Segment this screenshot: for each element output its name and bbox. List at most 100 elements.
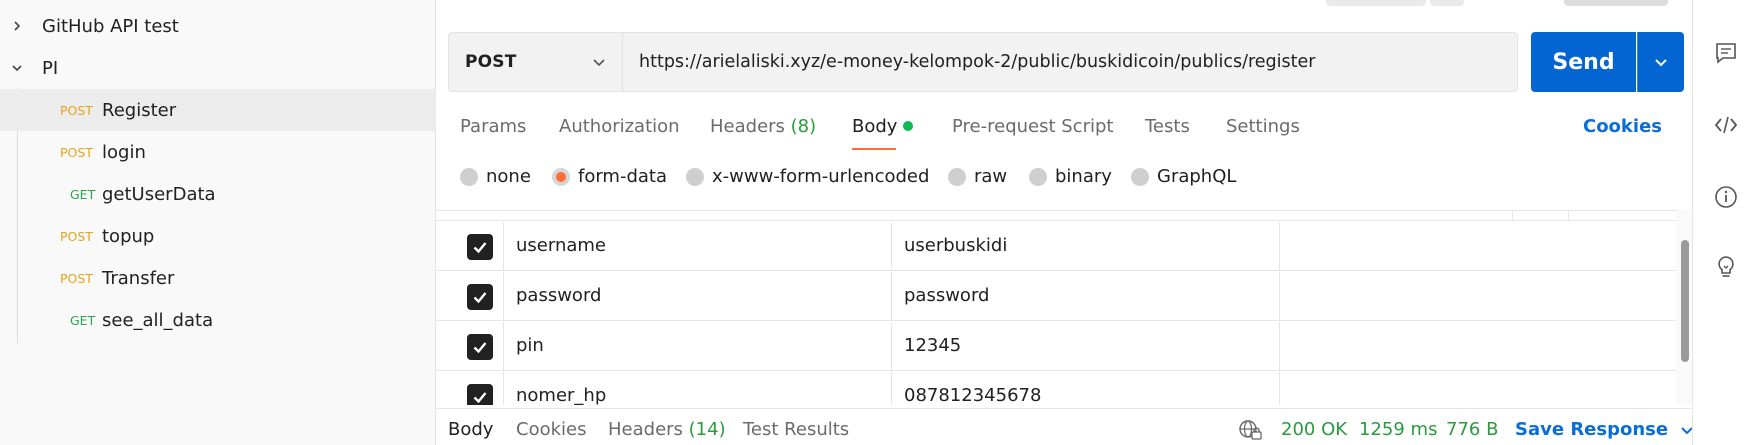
- chevron-down-icon: [1655, 59, 1667, 67]
- response-time[interactable]: 1259 ms: [1359, 419, 1437, 440]
- response-tab-test-results[interactable]: Test Results: [743, 419, 849, 440]
- radio-label: raw: [974, 166, 1008, 187]
- checkbox-checked-icon[interactable]: [467, 334, 493, 360]
- table-header-strip: [436, 211, 1676, 221]
- checkbox-checked-icon[interactable]: [467, 234, 493, 260]
- send-button[interactable]: Send: [1531, 32, 1636, 92]
- request-item-login[interactable]: POST login: [0, 131, 436, 173]
- folder-label: PI: [42, 57, 59, 79]
- request-item-transfer[interactable]: POST Transfer: [0, 257, 436, 299]
- request-item-getuserdata[interactable]: GET getUserData: [0, 173, 436, 215]
- column-divider: [891, 322, 892, 371]
- column-divider: [503, 372, 504, 405]
- column-divider: [1279, 272, 1280, 321]
- column-divider: [503, 272, 504, 321]
- response-bar: Body Cookies Headers (14) Test Results 2…: [436, 408, 1694, 445]
- request-label: getUserData: [102, 183, 216, 205]
- row-key[interactable]: pin: [516, 335, 544, 356]
- column-divider: [891, 222, 892, 271]
- row-value[interactable]: 12345: [904, 335, 961, 356]
- cookies-link[interactable]: Cookies: [1583, 116, 1662, 137]
- tab-settings[interactable]: Settings: [1226, 116, 1300, 137]
- radio-x-www-form-urlencoded[interactable]: x-www-form-urlencoded: [686, 166, 929, 187]
- request-item-topup[interactable]: POST topup: [0, 215, 436, 257]
- radio-circle-icon: [948, 167, 966, 186]
- response-tab-headers[interactable]: Headers (14): [608, 419, 726, 440]
- table-row: nomer_hp 087812345678: [436, 372, 1676, 405]
- response-tab-body[interactable]: Body: [448, 419, 493, 440]
- tab-pre-request-script[interactable]: Pre-request Script: [952, 116, 1113, 137]
- save-response-button[interactable]: Save Response: [1515, 419, 1694, 440]
- request-label: Register: [102, 99, 177, 121]
- url-input[interactable]: https://arielaliski.xyz/e-money-kelompok…: [622, 32, 1518, 92]
- table-row: username userbuskidi: [436, 222, 1676, 271]
- column-divider: [503, 222, 504, 271]
- folder-label: GitHub API test: [42, 15, 179, 37]
- method-badge: GET: [70, 312, 96, 328]
- tab-body[interactable]: Body: [852, 116, 914, 137]
- radio-label: none: [486, 166, 531, 187]
- request-item-see-all-data[interactable]: GET see_all_data: [0, 299, 436, 341]
- column-divider: [1512, 211, 1513, 221]
- request-label: Transfer: [102, 267, 175, 289]
- table-scrollbar-thumb[interactable]: [1681, 240, 1689, 362]
- lightbulb-icon[interactable]: [1713, 254, 1739, 280]
- collections-sidebar: GitHub API test PI POST Register POST lo…: [0, 0, 436, 445]
- tab-body-label: Body: [852, 116, 898, 137]
- radio-form-data[interactable]: form-data: [552, 166, 667, 187]
- column-divider: [891, 272, 892, 321]
- form-data-table: username userbuskidi password password p…: [436, 210, 1676, 405]
- folder-github-api-test[interactable]: GitHub API test: [0, 5, 436, 47]
- comment-icon[interactable]: [1713, 40, 1739, 66]
- row-key[interactable]: nomer_hp: [516, 385, 606, 405]
- radio-circle-icon: [1029, 167, 1047, 186]
- column-divider: [503, 322, 504, 371]
- response-size[interactable]: 776 B: [1446, 419, 1498, 440]
- tab-headers[interactable]: Headers (8): [710, 116, 816, 137]
- checkbox-checked-icon[interactable]: [467, 384, 493, 405]
- tab-tests[interactable]: Tests: [1145, 116, 1190, 137]
- radio-selected-icon: [552, 167, 570, 186]
- tab-authorization[interactable]: Authorization: [559, 116, 680, 137]
- row-key[interactable]: password: [516, 285, 601, 306]
- top-toolbar-fragment[interactable]: [1430, 0, 1464, 6]
- tab-headers-count: (8): [790, 116, 817, 137]
- response-tab-headers-count: (14): [688, 419, 726, 440]
- method-badge: GET: [70, 186, 96, 202]
- request-tabs: Params Authorization Headers (8) Body Pr…: [436, 108, 1692, 152]
- send-options-button[interactable]: [1637, 32, 1684, 92]
- chevron-right-icon[interactable]: [10, 19, 24, 33]
- code-icon[interactable]: [1713, 112, 1739, 138]
- top-toolbar-fragment[interactable]: [1564, 0, 1668, 6]
- radio-binary[interactable]: binary: [1029, 166, 1112, 187]
- chevron-down-icon[interactable]: [10, 61, 24, 75]
- row-value[interactable]: 087812345678: [904, 385, 1041, 405]
- info-icon[interactable]: [1713, 184, 1739, 210]
- response-tab-cookies[interactable]: Cookies: [516, 419, 586, 440]
- row-value[interactable]: userbuskidi: [904, 235, 1007, 256]
- column-divider: [1279, 222, 1280, 271]
- radio-none[interactable]: none: [460, 166, 531, 187]
- tab-params[interactable]: Params: [460, 116, 526, 137]
- save-response-label: Save Response: [1515, 419, 1669, 440]
- method-select[interactable]: POST: [448, 32, 622, 92]
- request-item-register[interactable]: POST Register: [0, 89, 436, 131]
- row-value[interactable]: password: [904, 285, 989, 306]
- radio-raw[interactable]: raw: [948, 166, 1007, 187]
- row-key[interactable]: username: [516, 235, 606, 256]
- globe-lock-icon[interactable]: [1238, 419, 1262, 441]
- folder-pi[interactable]: PI: [0, 47, 436, 89]
- column-divider: [891, 372, 892, 405]
- radio-label: form-data: [578, 166, 668, 187]
- radio-graphql[interactable]: GraphQL: [1131, 166, 1236, 187]
- checkbox-checked-icon[interactable]: [467, 284, 493, 310]
- radio-label: binary: [1055, 166, 1112, 187]
- response-status[interactable]: 200 OK: [1281, 419, 1347, 440]
- top-toolbar-fragment[interactable]: [1326, 0, 1426, 6]
- method-value: POST: [465, 52, 517, 72]
- radio-circle-icon: [460, 167, 478, 186]
- tab-headers-label: Headers: [710, 116, 785, 137]
- request-label: topup: [102, 225, 155, 247]
- method-badge: POST: [60, 228, 93, 244]
- chevron-down-icon: [593, 59, 605, 67]
